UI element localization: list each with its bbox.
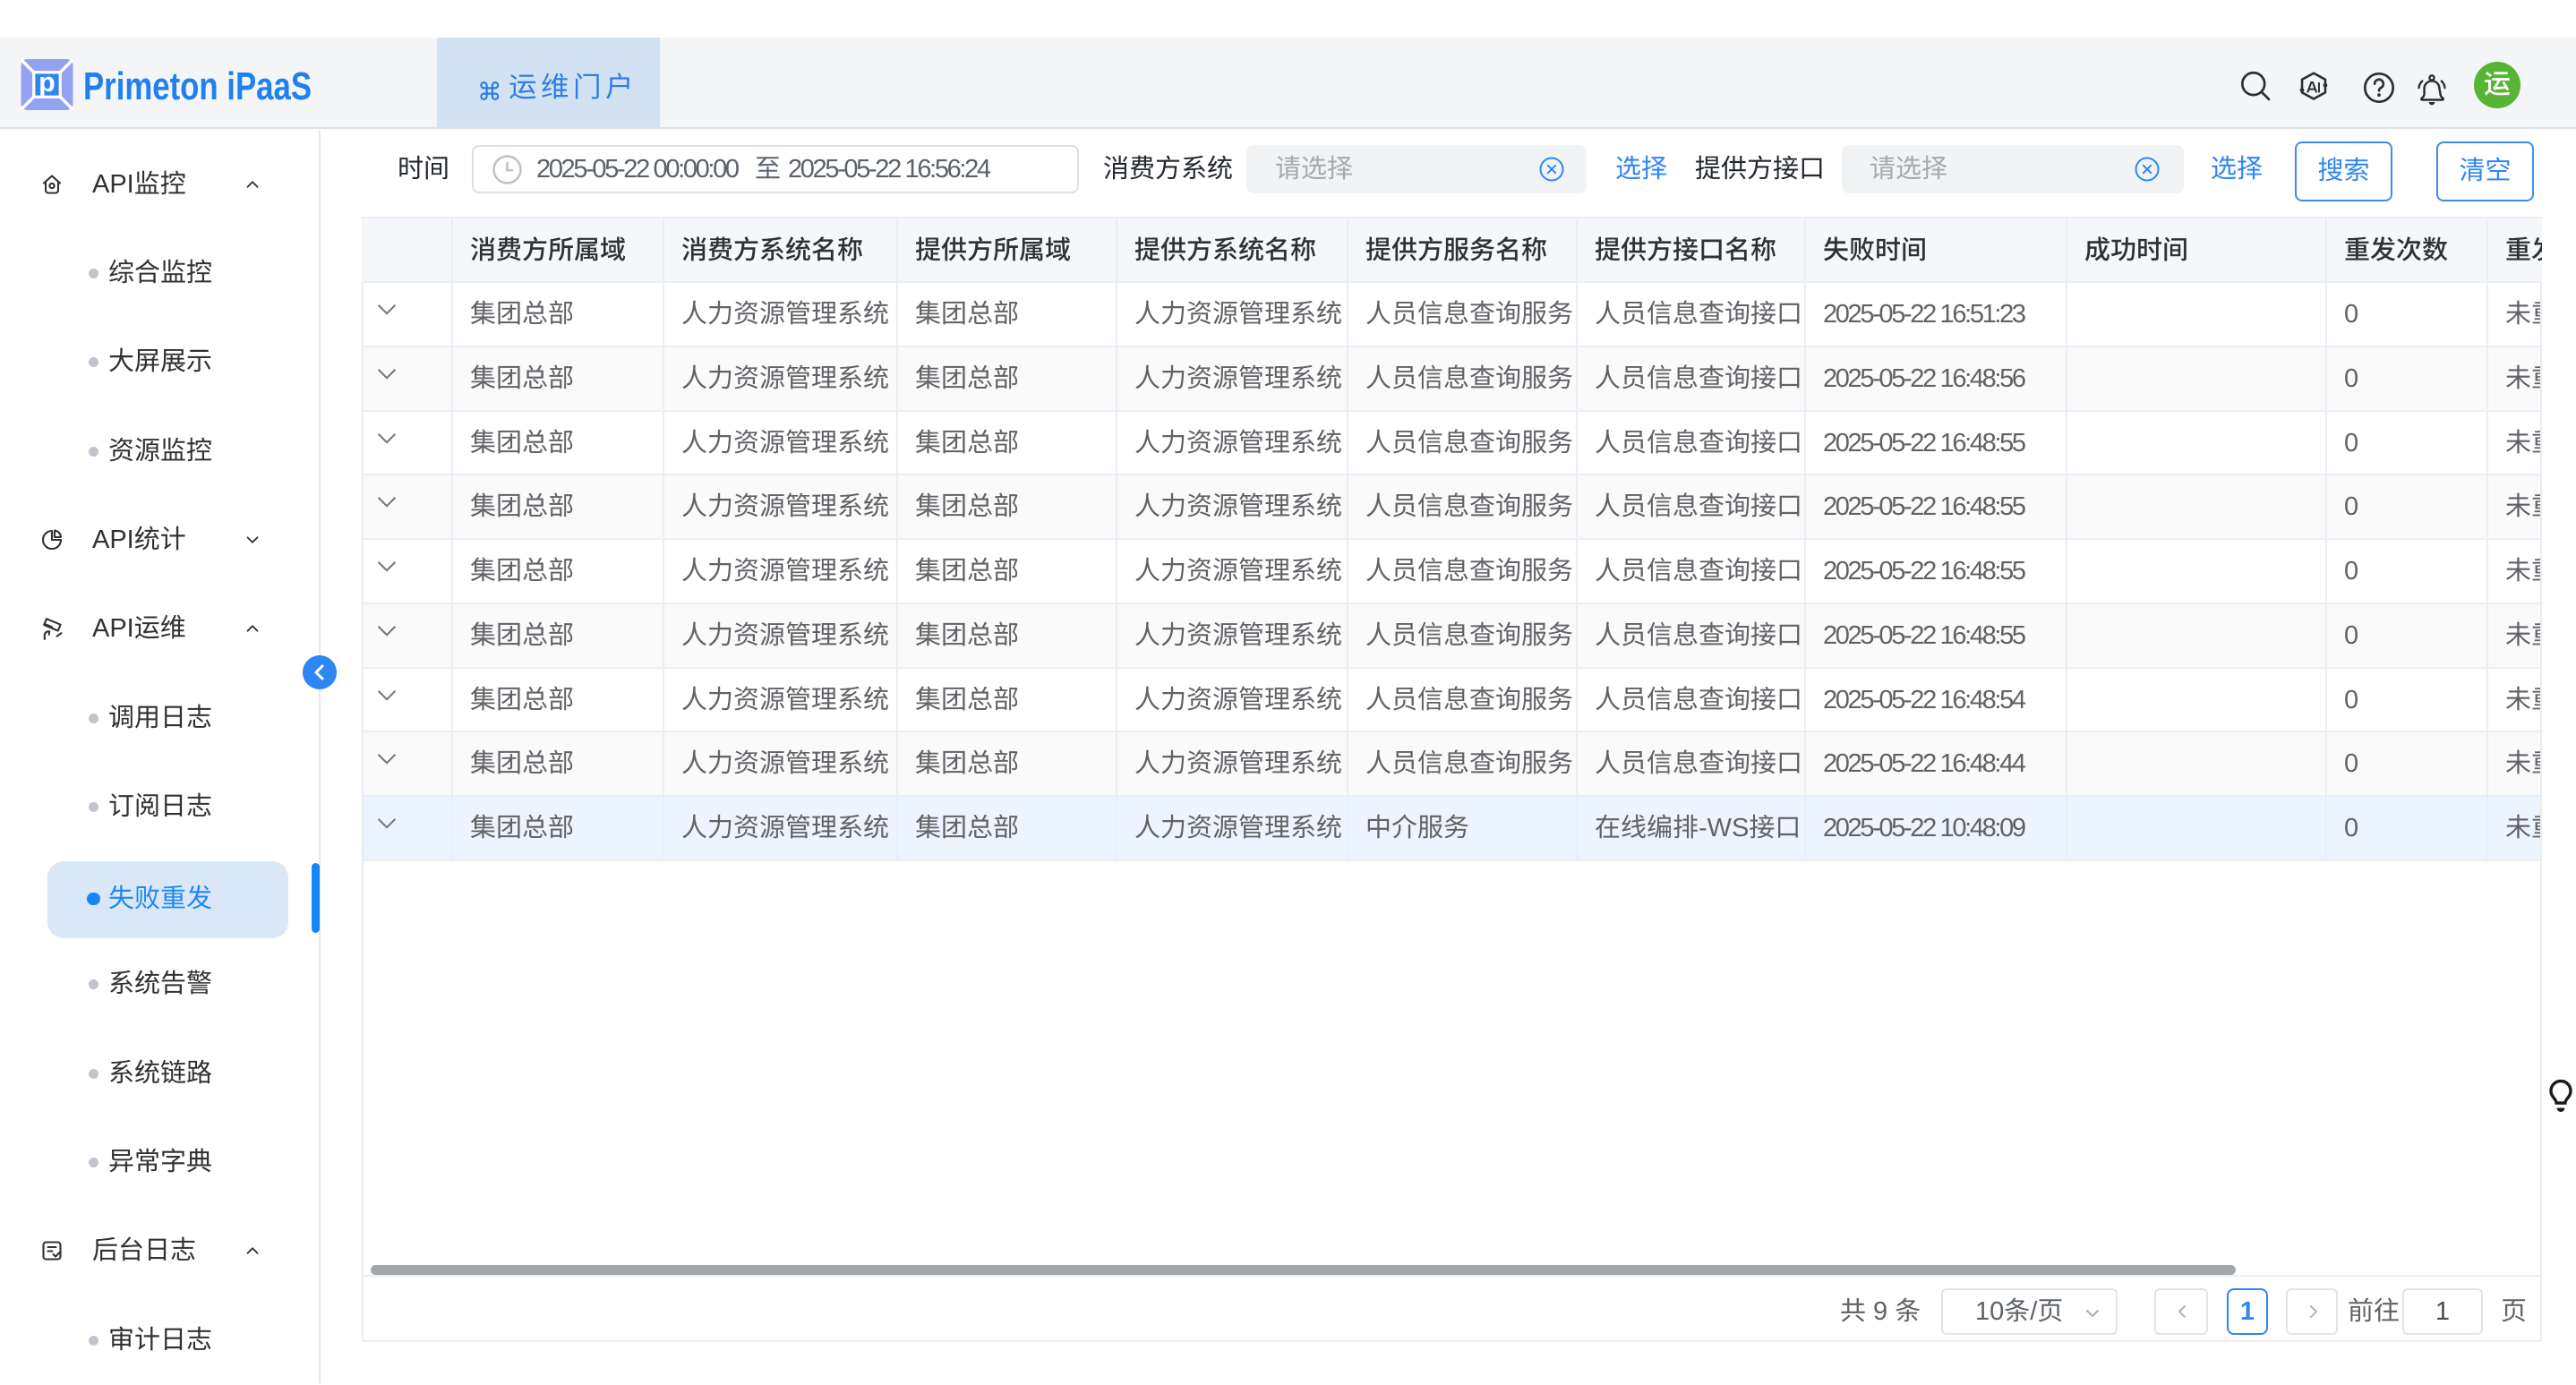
svg-text:p: p: [39, 67, 56, 98]
